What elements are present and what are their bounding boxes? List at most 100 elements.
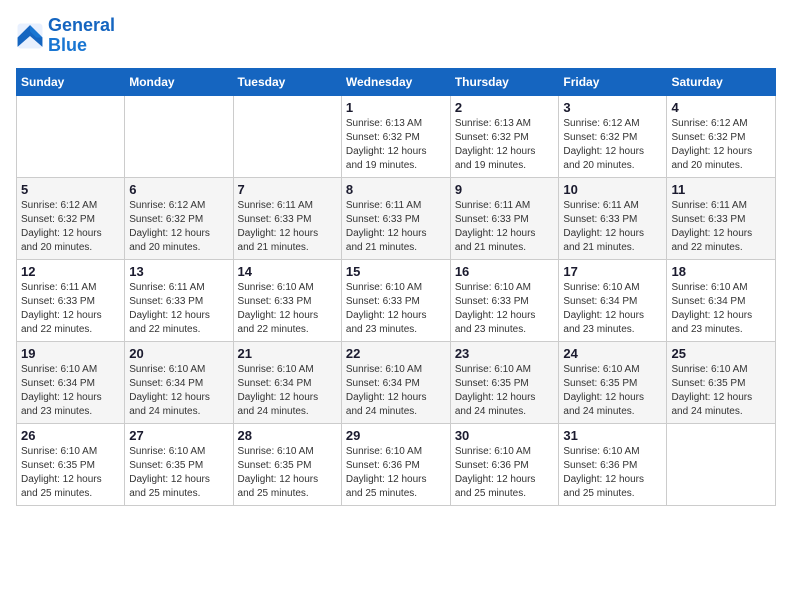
day-number: 25 (671, 346, 771, 361)
day-info: Sunrise: 6:11 AM Sunset: 6:33 PM Dayligh… (238, 199, 337, 255)
calendar-cell: 23 Sunrise: 6:10 AM Sunset: 6:35 PM Dayli… (450, 341, 559, 423)
day-info: Sunrise: 6:10 AM Sunset: 6:35 PM Dayligh… (671, 363, 771, 419)
calendar-cell: 13 Sunrise: 6:11 AM Sunset: 6:33 PM Dayli… (125, 259, 233, 341)
day-number: 11 (671, 182, 771, 197)
day-number: 26 (21, 428, 120, 443)
calendar-cell (125, 95, 233, 177)
day-number: 10 (563, 182, 662, 197)
calendar-cell: 15 Sunrise: 6:10 AM Sunset: 6:33 PM Dayli… (341, 259, 450, 341)
weekday-header-friday: Friday (559, 68, 667, 95)
day-number: 30 (455, 428, 555, 443)
day-number: 3 (563, 100, 662, 115)
day-number: 12 (21, 264, 120, 279)
day-number: 17 (563, 264, 662, 279)
day-info: Sunrise: 6:13 AM Sunset: 6:32 PM Dayligh… (346, 117, 446, 173)
day-info: Sunrise: 6:10 AM Sunset: 6:33 PM Dayligh… (238, 281, 337, 337)
calendar-cell: 1 Sunrise: 6:13 AM Sunset: 6:32 PM Daylig… (341, 95, 450, 177)
calendar-cell: 8 Sunrise: 6:11 AM Sunset: 6:33 PM Daylig… (341, 177, 450, 259)
calendar-week-row: 5 Sunrise: 6:12 AM Sunset: 6:32 PM Daylig… (17, 177, 776, 259)
day-info: Sunrise: 6:13 AM Sunset: 6:32 PM Dayligh… (455, 117, 555, 173)
day-info: Sunrise: 6:11 AM Sunset: 6:33 PM Dayligh… (346, 199, 446, 255)
day-number: 13 (129, 264, 228, 279)
day-number: 8 (346, 182, 446, 197)
day-info: Sunrise: 6:11 AM Sunset: 6:33 PM Dayligh… (563, 199, 662, 255)
calendar-cell: 16 Sunrise: 6:10 AM Sunset: 6:33 PM Dayli… (450, 259, 559, 341)
calendar-cell (233, 95, 341, 177)
day-info: Sunrise: 6:10 AM Sunset: 6:34 PM Dayligh… (563, 281, 662, 337)
calendar-cell: 14 Sunrise: 6:10 AM Sunset: 6:33 PM Dayli… (233, 259, 341, 341)
calendar-cell: 7 Sunrise: 6:11 AM Sunset: 6:33 PM Daylig… (233, 177, 341, 259)
day-number: 19 (21, 346, 120, 361)
calendar-cell: 24 Sunrise: 6:10 AM Sunset: 6:35 PM Dayli… (559, 341, 667, 423)
day-number: 1 (346, 100, 446, 115)
calendar-cell: 3 Sunrise: 6:12 AM Sunset: 6:32 PM Daylig… (559, 95, 667, 177)
day-info: Sunrise: 6:11 AM Sunset: 6:33 PM Dayligh… (455, 199, 555, 255)
day-number: 18 (671, 264, 771, 279)
day-number: 2 (455, 100, 555, 115)
calendar-cell: 18 Sunrise: 6:10 AM Sunset: 6:34 PM Dayli… (667, 259, 776, 341)
calendar-cell: 31 Sunrise: 6:10 AM Sunset: 6:36 PM Dayli… (559, 423, 667, 505)
calendar-cell: 29 Sunrise: 6:10 AM Sunset: 6:36 PM Dayli… (341, 423, 450, 505)
calendar-week-row: 19 Sunrise: 6:10 AM Sunset: 6:34 PM Dayli… (17, 341, 776, 423)
day-info: Sunrise: 6:10 AM Sunset: 6:34 PM Dayligh… (21, 363, 120, 419)
calendar-cell: 5 Sunrise: 6:12 AM Sunset: 6:32 PM Daylig… (17, 177, 125, 259)
day-info: Sunrise: 6:10 AM Sunset: 6:35 PM Dayligh… (563, 363, 662, 419)
day-info: Sunrise: 6:12 AM Sunset: 6:32 PM Dayligh… (671, 117, 771, 173)
logo-icon (16, 22, 44, 50)
calendar-table: SundayMondayTuesdayWednesdayThursdayFrid… (16, 68, 776, 506)
day-number: 29 (346, 428, 446, 443)
day-info: Sunrise: 6:11 AM Sunset: 6:33 PM Dayligh… (21, 281, 120, 337)
day-number: 7 (238, 182, 337, 197)
day-info: Sunrise: 6:10 AM Sunset: 6:34 PM Dayligh… (238, 363, 337, 419)
day-number: 23 (455, 346, 555, 361)
calendar-cell: 17 Sunrise: 6:10 AM Sunset: 6:34 PM Dayli… (559, 259, 667, 341)
day-number: 31 (563, 428, 662, 443)
calendar-cell: 4 Sunrise: 6:12 AM Sunset: 6:32 PM Daylig… (667, 95, 776, 177)
day-info: Sunrise: 6:10 AM Sunset: 6:33 PM Dayligh… (455, 281, 555, 337)
weekday-header-tuesday: Tuesday (233, 68, 341, 95)
day-info: Sunrise: 6:12 AM Sunset: 6:32 PM Dayligh… (21, 199, 120, 255)
weekday-header-row: SundayMondayTuesdayWednesdayThursdayFrid… (17, 68, 776, 95)
calendar-cell (17, 95, 125, 177)
day-info: Sunrise: 6:10 AM Sunset: 6:36 PM Dayligh… (455, 445, 555, 501)
day-number: 22 (346, 346, 446, 361)
day-info: Sunrise: 6:10 AM Sunset: 6:35 PM Dayligh… (455, 363, 555, 419)
day-info: Sunrise: 6:11 AM Sunset: 6:33 PM Dayligh… (129, 281, 228, 337)
day-info: Sunrise: 6:10 AM Sunset: 6:35 PM Dayligh… (238, 445, 337, 501)
day-info: Sunrise: 6:10 AM Sunset: 6:36 PM Dayligh… (346, 445, 446, 501)
day-number: 15 (346, 264, 446, 279)
day-number: 28 (238, 428, 337, 443)
day-number: 20 (129, 346, 228, 361)
day-info: Sunrise: 6:10 AM Sunset: 6:34 PM Dayligh… (346, 363, 446, 419)
calendar-cell: 12 Sunrise: 6:11 AM Sunset: 6:33 PM Dayli… (17, 259, 125, 341)
logo-text: General Blue (48, 16, 115, 56)
day-number: 24 (563, 346, 662, 361)
weekday-header-wednesday: Wednesday (341, 68, 450, 95)
day-number: 14 (238, 264, 337, 279)
day-info: Sunrise: 6:10 AM Sunset: 6:34 PM Dayligh… (671, 281, 771, 337)
calendar-cell: 19 Sunrise: 6:10 AM Sunset: 6:34 PM Dayli… (17, 341, 125, 423)
calendar-cell: 28 Sunrise: 6:10 AM Sunset: 6:35 PM Dayli… (233, 423, 341, 505)
calendar-cell: 25 Sunrise: 6:10 AM Sunset: 6:35 PM Dayli… (667, 341, 776, 423)
calendar-cell: 11 Sunrise: 6:11 AM Sunset: 6:33 PM Dayli… (667, 177, 776, 259)
day-info: Sunrise: 6:11 AM Sunset: 6:33 PM Dayligh… (671, 199, 771, 255)
weekday-header-thursday: Thursday (450, 68, 559, 95)
calendar-week-row: 12 Sunrise: 6:11 AM Sunset: 6:33 PM Dayli… (17, 259, 776, 341)
calendar-cell: 10 Sunrise: 6:11 AM Sunset: 6:33 PM Dayli… (559, 177, 667, 259)
day-info: Sunrise: 6:12 AM Sunset: 6:32 PM Dayligh… (129, 199, 228, 255)
day-number: 4 (671, 100, 771, 115)
weekday-header-monday: Monday (125, 68, 233, 95)
calendar-cell: 20Sunrise: 6:10 AM Sunset: 6:34 PM Dayli… (125, 341, 233, 423)
weekday-header-sunday: Sunday (17, 68, 125, 95)
day-info: Sunrise: 6:12 AM Sunset: 6:32 PM Dayligh… (563, 117, 662, 173)
day-info: Sunrise: 6:10 AM Sunset: 6:33 PM Dayligh… (346, 281, 446, 337)
calendar-cell: 2 Sunrise: 6:13 AM Sunset: 6:32 PM Daylig… (450, 95, 559, 177)
day-number: 21 (238, 346, 337, 361)
day-number: 5 (21, 182, 120, 197)
calendar-week-row: 26 Sunrise: 6:10 AM Sunset: 6:35 PM Dayli… (17, 423, 776, 505)
calendar-cell: 21 Sunrise: 6:10 AM Sunset: 6:34 PM Dayli… (233, 341, 341, 423)
logo: General Blue (16, 16, 115, 56)
page-header: General Blue (16, 16, 776, 56)
day-number: 16 (455, 264, 555, 279)
day-info: Sunrise: 6:10 AM Sunset: 6:36 PM Dayligh… (563, 445, 662, 501)
